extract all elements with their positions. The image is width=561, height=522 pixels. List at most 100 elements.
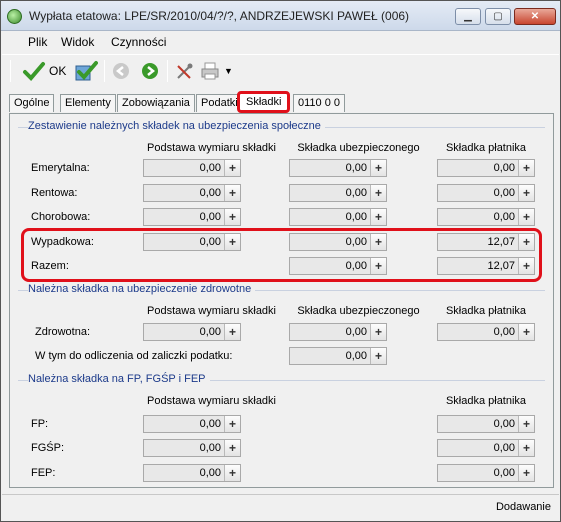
col-head-base: Podstawa wymiaru składki	[147, 305, 276, 317]
emerytalna-base-field[interactable]: 0,00 +	[143, 159, 241, 177]
health-group-title: Należna składka na ubezpieczenie zdrowot…	[28, 283, 256, 295]
plus-icon[interactable]: +	[370, 258, 386, 274]
fep-payer-field[interactable]: 0,00 +	[437, 464, 535, 482]
print-button[interactable]: ▼	[200, 59, 233, 83]
row-label-fgsp: FGŚP:	[31, 442, 65, 454]
plus-icon[interactable]: +	[224, 209, 240, 225]
maximize-button[interactable]: ▢	[485, 8, 511, 25]
plus-icon[interactable]: +	[370, 160, 386, 176]
wypadkowa-insured-field[interactable]: 0,00 +	[289, 233, 387, 251]
field-value: 0,00	[345, 211, 367, 223]
row-label-zdrowotna: Zdrowotna:	[35, 326, 91, 338]
plus-icon[interactable]: +	[224, 160, 240, 176]
razem-insured-field[interactable]: 0,00 +	[289, 257, 387, 275]
plus-icon[interactable]: +	[518, 185, 534, 201]
previous-button[interactable]	[112, 59, 130, 83]
plus-icon[interactable]: +	[224, 440, 240, 456]
field-value: 0,00	[199, 467, 221, 479]
tab-skladki[interactable]: Składki	[237, 91, 291, 113]
funds-group-title: Należna składka na FP, FGŚP i FEP	[28, 373, 210, 385]
field-value: 0,00	[345, 236, 367, 248]
fp-base-field[interactable]: 0,00 +	[143, 415, 241, 433]
col-head-payer: Składka płatnika	[445, 305, 527, 317]
plus-icon[interactable]: +	[370, 324, 386, 340]
field-value: 0,00	[345, 187, 367, 199]
zdrowotna-payer-field[interactable]: 0,00 +	[437, 323, 535, 341]
plus-icon[interactable]: +	[518, 209, 534, 225]
plus-icon[interactable]: +	[370, 348, 386, 364]
plus-icon[interactable]: +	[518, 258, 534, 274]
plus-icon[interactable]: +	[518, 465, 534, 481]
tab-panel: Zestawienie należnych składek na ubezpie…	[9, 113, 554, 488]
ok-button[interactable]: OK	[22, 59, 66, 83]
minimize-icon: ▁	[464, 11, 472, 22]
plus-icon[interactable]: +	[518, 324, 534, 340]
rentowa-base-field[interactable]: 0,00 +	[143, 184, 241, 202]
plus-icon[interactable]: +	[224, 185, 240, 201]
menu-widok[interactable]: Widok	[61, 35, 94, 49]
close-button[interactable]: ✕	[514, 8, 556, 25]
save-and-new-button[interactable]	[74, 59, 98, 83]
row-label-razem: Razem:	[31, 260, 69, 272]
fep-base-field[interactable]: 0,00 +	[143, 464, 241, 482]
row-label-emerytalna: Emerytalna:	[31, 162, 90, 174]
plus-icon[interactable]: +	[518, 234, 534, 250]
tools-button[interactable]	[175, 59, 195, 83]
row-label-fep: FEP:	[31, 467, 56, 479]
field-value: 0,00	[493, 187, 515, 199]
emerytalna-insured-field[interactable]: 0,00 +	[289, 159, 387, 177]
col-head-payer: Składka płatnika	[445, 395, 527, 407]
field-value: 0,00	[345, 350, 367, 362]
next-button[interactable]	[141, 59, 159, 83]
razem-payer-field[interactable]: 12,07 +	[437, 257, 535, 275]
rentowa-payer-field[interactable]: 0,00 +	[437, 184, 535, 202]
plus-icon[interactable]: +	[518, 416, 534, 432]
field-value: 0,00	[199, 236, 221, 248]
tab-ogolne[interactable]: Ogólne	[9, 94, 55, 112]
tab-elementy[interactable]: Elementy	[60, 94, 116, 112]
deductible-insured-field[interactable]: 0,00 +	[289, 347, 387, 365]
window-title: Wypłata etatowa: LPE/SR/2010/04/?/?, AND…	[29, 9, 410, 23]
field-value: 0,00	[199, 187, 221, 199]
toolbar-separator-2	[167, 60, 168, 82]
col-head-insured: Składka ubezpieczonego	[297, 142, 420, 154]
menu-czynnosci[interactable]: Czynności	[111, 35, 166, 49]
close-icon: ✕	[530, 11, 540, 22]
rentowa-insured-field[interactable]: 0,00 +	[289, 184, 387, 202]
field-value: 12,07	[487, 236, 515, 248]
tab-podatki[interactable]: Podatki	[196, 94, 243, 112]
plus-icon[interactable]: +	[224, 416, 240, 432]
tab-0110[interactable]: 0110 0 0	[293, 94, 346, 112]
col-head-payer: Składka płatnika	[445, 142, 527, 154]
tab-zobowiazania[interactable]: Zobowiązania	[117, 94, 195, 112]
fgsp-base-field[interactable]: 0,00 +	[143, 439, 241, 457]
emerytalna-payer-field[interactable]: 0,00 +	[437, 159, 535, 177]
plus-icon[interactable]: +	[518, 440, 534, 456]
menu-plik[interactable]: Plik	[28, 35, 47, 49]
fgsp-payer-field[interactable]: 0,00 +	[437, 439, 535, 457]
chorobowa-base-field[interactable]: 0,00 +	[143, 208, 241, 226]
row-label-wypadkowa: Wypadkowa:	[31, 236, 94, 248]
plus-icon[interactable]: +	[224, 234, 240, 250]
field-value: 0,00	[199, 326, 221, 338]
plus-icon[interactable]: +	[370, 185, 386, 201]
chevron-down-icon[interactable]: ▼	[224, 66, 233, 76]
zdrowotna-base-field[interactable]: 0,00 +	[143, 323, 241, 341]
chorobowa-insured-field[interactable]: 0,00 +	[289, 208, 387, 226]
status-bar: Dodawanie	[2, 494, 559, 521]
plus-icon[interactable]: +	[224, 324, 240, 340]
plus-icon[interactable]: +	[370, 209, 386, 225]
toolbar-grip	[10, 60, 11, 82]
fp-payer-field[interactable]: 0,00 +	[437, 415, 535, 433]
wypadkowa-payer-field[interactable]: 12,07 +	[437, 233, 535, 251]
plus-icon[interactable]: +	[518, 160, 534, 176]
wypadkowa-base-field[interactable]: 0,00 +	[143, 233, 241, 251]
menu-bar: Plik Widok Czynności	[2, 32, 559, 52]
zdrowotna-insured-field[interactable]: 0,00 +	[289, 323, 387, 341]
chorobowa-payer-field[interactable]: 0,00 +	[437, 208, 535, 226]
status-mode: Dodawanie	[495, 501, 551, 513]
arrow-left-icon	[113, 63, 129, 79]
plus-icon[interactable]: +	[224, 465, 240, 481]
plus-icon[interactable]: +	[370, 234, 386, 250]
minimize-button[interactable]: ▁	[455, 8, 481, 25]
